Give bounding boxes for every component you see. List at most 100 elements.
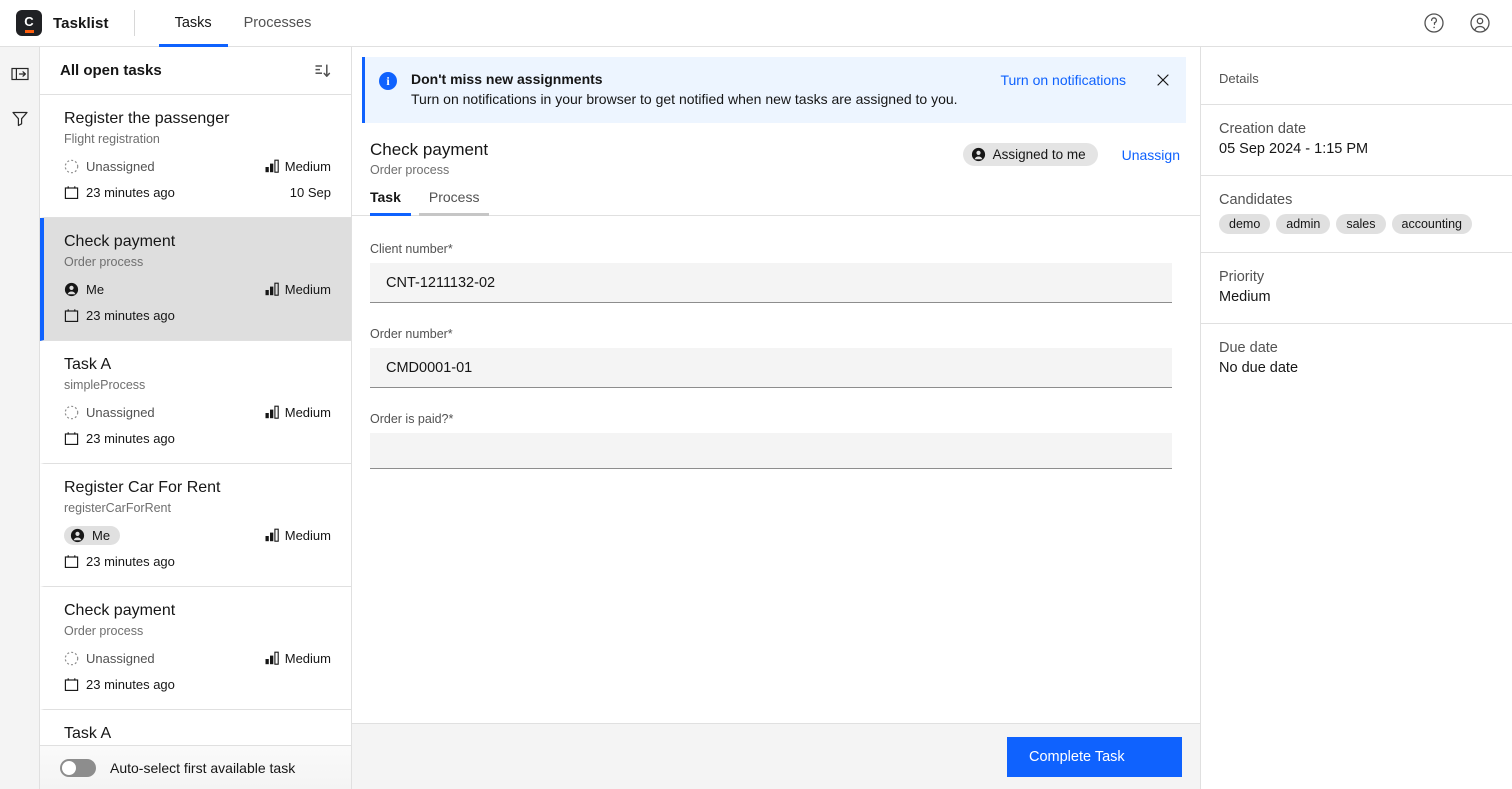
assigned-to-me-badge: Assigned to me [962, 143, 1098, 166]
sort-descending-icon[interactable] [313, 61, 333, 81]
date-label: 23 minutes ago [86, 676, 175, 692]
task-date: 23 minutes ago [64, 308, 175, 323]
task-due-date: 10 Sep [289, 184, 331, 200]
detail-value: Medium [1219, 289, 1271, 305]
assignee-label: Me [92, 527, 111, 543]
task-name: Check payment [64, 233, 176, 250]
order-is-paid-input[interactable] [370, 433, 1172, 469]
turn-on-notifications-link[interactable]: Turn on notifications [1000, 71, 1126, 88]
top-right-actions [1422, 11, 1512, 35]
field-label: Order is paid?* [370, 412, 454, 426]
task-list-item[interactable]: Register Car For Rent registerCarForRent… [40, 464, 351, 587]
detail-value: 05 Sep 2024 - 1:15 PM [1219, 141, 1369, 157]
date-label: 23 minutes ago [86, 307, 175, 323]
detail-candidates: Candidates demo admin sales accounting [1201, 175, 1512, 252]
task-date: 23 minutes ago [64, 677, 175, 692]
task-process: Flight registration [64, 132, 160, 146]
task-assignee: Me [64, 525, 121, 545]
details-panel: Details Creation date 05 Sep 2024 - 1:15… [1200, 47, 1512, 789]
task-priority: Medium [265, 528, 331, 543]
task-list-title: All open tasks [60, 62, 162, 79]
help-icon[interactable] [1422, 11, 1446, 35]
date-label: 23 minutes ago [86, 430, 175, 446]
assignee-label: Unassigned [86, 650, 155, 666]
priority-bars-icon [265, 528, 280, 542]
calendar-icon [64, 554, 79, 569]
unassigned-icon [64, 405, 79, 420]
banner-title: Don't miss new assignments [411, 71, 603, 87]
task-process: registerCarForRent [64, 501, 171, 515]
task-list-scroll[interactable]: Register the passenger Flight registrati… [40, 95, 351, 789]
info-icon: i [379, 72, 397, 90]
task-detail-footer: Complete Task [352, 723, 1200, 789]
task-date: 23 minutes ago [64, 554, 175, 569]
form-field-client-number: Client number* CNT-1211132-02 [370, 242, 1172, 303]
complete-task-button[interactable]: Complete Task [1007, 736, 1182, 777]
client-number-input[interactable]: CNT-1211132-02 [370, 263, 1172, 303]
task-date: 23 minutes ago [64, 431, 175, 446]
priority-label: Medium [284, 650, 331, 666]
detail-label: Candidates [1219, 192, 1293, 208]
field-label: Client number* [370, 242, 453, 256]
assignee-label: Unassigned [86, 404, 155, 420]
task-header: Check payment Order process Assigned to … [352, 123, 1200, 189]
auto-select-label: Auto-select first available task [110, 759, 296, 776]
task-detail-process: Order process [370, 163, 450, 177]
detail-label: Due date [1219, 340, 1278, 356]
filter-icon[interactable] [9, 107, 31, 129]
task-list-item[interactable]: Task A simpleProcess Unassigned Medium 2… [40, 341, 351, 464]
priority-label: Medium [284, 404, 331, 420]
brand-area[interactable]: C Tasklist [0, 10, 109, 36]
task-list-item-selected[interactable]: Check payment Order process Me Medium 23… [40, 218, 351, 341]
auto-select-footer: Auto-select first available task [40, 745, 351, 789]
priority-label: Medium [284, 527, 331, 543]
assignee-label: Me [86, 281, 105, 297]
priority-bars-icon [265, 651, 280, 665]
banner-description: Turn on notifications in your browser to… [411, 91, 958, 107]
banner-text: Don't miss new assignments Turn on notif… [411, 71, 958, 109]
close-icon[interactable] [1154, 71, 1172, 89]
task-list-item[interactable]: Register the passenger Flight registrati… [40, 95, 351, 218]
nav-tab-tasks[interactable]: Tasks [158, 0, 228, 47]
task-date: 23 minutes ago [64, 185, 175, 200]
priority-label: Medium [284, 158, 331, 174]
app-title: Tasklist [53, 14, 109, 32]
field-label: Order number* [370, 327, 453, 341]
notification-banner: i Don't miss new assignments Turn on not… [362, 57, 1186, 123]
priority-label: Medium [284, 281, 331, 297]
user-avatar-icon[interactable] [1468, 11, 1492, 35]
task-list-item[interactable]: Check payment Order process Unassigned M… [40, 587, 351, 710]
tab-process[interactable]: Process [418, 189, 490, 216]
auto-select-toggle[interactable] [60, 758, 96, 777]
detail-value: No due date [1219, 360, 1299, 376]
detail-due-date: Due date No due date [1201, 323, 1512, 394]
task-name: Check payment [64, 602, 176, 619]
task-priority: Medium [265, 282, 331, 297]
top-navigation-bar: C Tasklist Tasks Processes [0, 0, 1512, 47]
order-number-input[interactable]: CMD0001-01 [370, 348, 1172, 388]
task-name: Register Car For Rent [64, 479, 221, 496]
app-shell: All open tasks Register the passenger Fl… [0, 47, 1512, 789]
user-filled-icon [971, 147, 986, 162]
detail-label: Creation date [1219, 121, 1307, 137]
tab-task[interactable]: Task [370, 189, 411, 216]
task-priority: Medium [265, 159, 331, 174]
details-title: Details [1219, 71, 1259, 86]
task-assignee: Unassigned [64, 651, 155, 666]
logo-orange-bar [24, 29, 34, 33]
task-process: simpleProcess [64, 378, 146, 392]
expand-panel-icon[interactable] [9, 63, 31, 85]
user-filled-icon [70, 528, 85, 543]
logo-letter: C [24, 13, 34, 29]
task-priority: Medium [265, 651, 331, 666]
detail-priority: Priority Medium [1201, 252, 1512, 323]
unassign-button[interactable]: Unassign [1122, 147, 1180, 163]
nav-tab-processes[interactable]: Processes [228, 0, 328, 47]
unassigned-icon [64, 651, 79, 666]
header-divider [133, 10, 135, 36]
calendar-icon [64, 308, 79, 323]
candidate-chip: accounting [1391, 214, 1472, 234]
task-form: Client number* CNT-1211132-02 Order numb… [352, 216, 1200, 469]
main-nav-tabs: Tasks Processes [158, 0, 328, 47]
task-list-header: All open tasks [40, 47, 351, 95]
